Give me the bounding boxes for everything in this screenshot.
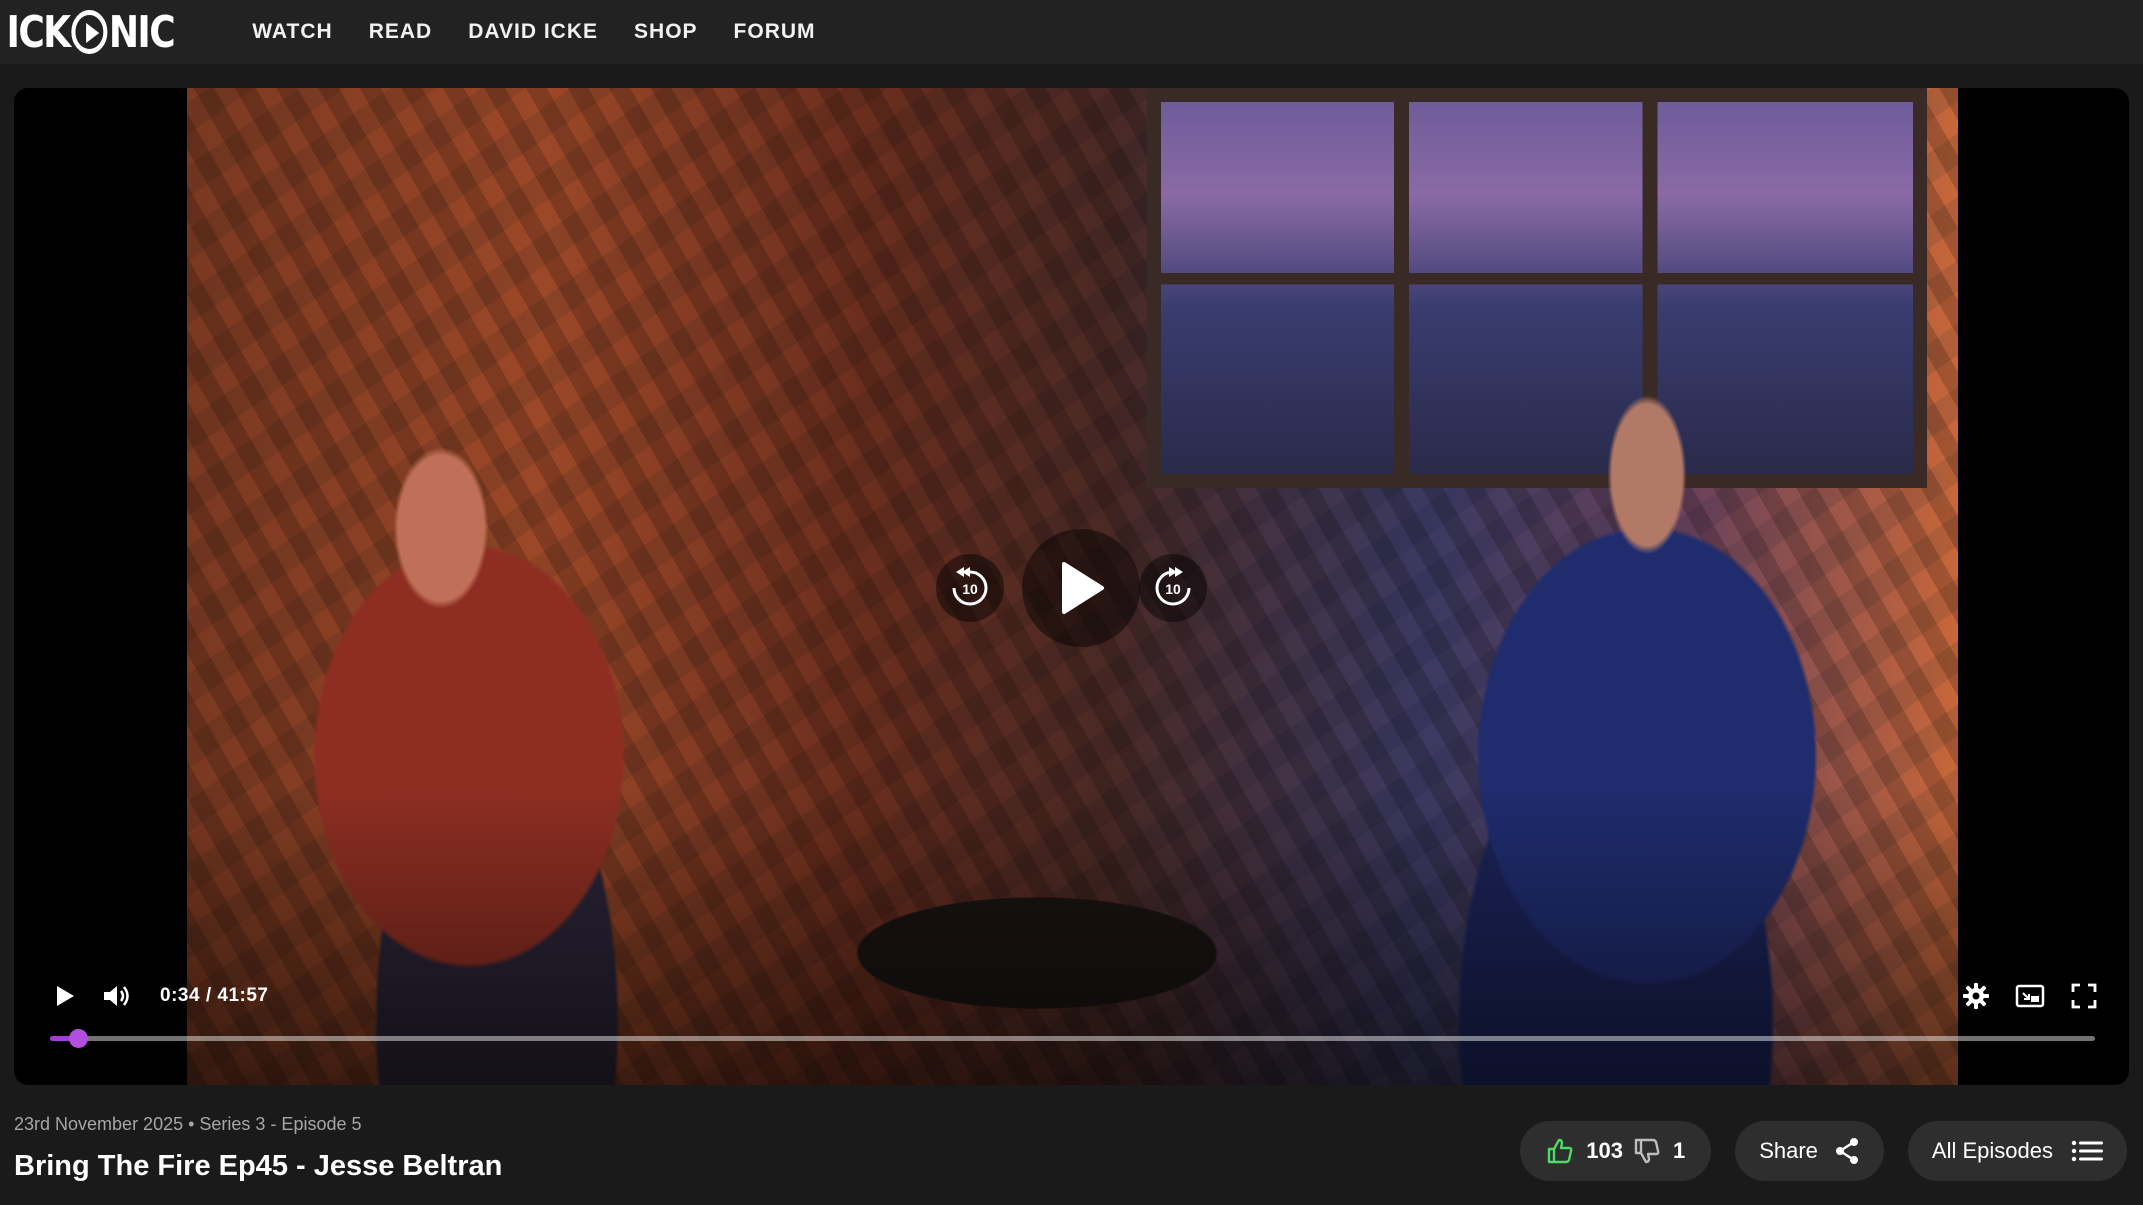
vote-pill: 103 1 — [1520, 1121, 1712, 1181]
episode-meta: 23rd November 2025 • Series 3 - Episode … — [14, 1114, 362, 1134]
list-icon — [2071, 1140, 2103, 1162]
dislike-button[interactable]: 1 — [1633, 1137, 1685, 1165]
time-separator: / — [205, 985, 212, 1006]
progress-bar[interactable] — [50, 1029, 2095, 1048]
progress-handle[interactable] — [68, 1029, 88, 1048]
logo-text-left: ICK — [6, 6, 72, 58]
rewind-10-button[interactable]: 10 — [936, 554, 1004, 622]
thumbs-up-icon — [1548, 1138, 1573, 1164]
big-play-button[interactable] — [1022, 529, 1140, 647]
nav-item-read[interactable]: READ — [351, 0, 451, 64]
current-time: 0:34 — [160, 985, 201, 1006]
volume-icon — [104, 986, 129, 1006]
dislike-count: 1 — [1672, 1138, 1686, 1163]
play-icon — [57, 986, 74, 1006]
thumbs-down-icon — [1634, 1138, 1660, 1164]
rewind-10-icon: 10 — [952, 567, 988, 606]
nav-item-watch[interactable]: WATCH — [234, 0, 350, 64]
cast-icon — [2015, 984, 2045, 1008]
controls-left: 0:34 / 41:57 — [50, 976, 268, 1016]
nav-item-forum[interactable]: FORUM — [716, 0, 834, 64]
time-display: 0:34 / 41:57 — [160, 985, 268, 1007]
like-button[interactable]: 103 — [1546, 1137, 1623, 1165]
forward-10-button[interactable]: 10 — [1139, 554, 1207, 622]
forward-seconds: 10 — [1165, 581, 1181, 597]
like-count: 103 — [1586, 1138, 1623, 1163]
play-icon — [1062, 562, 1104, 614]
top-nav: ICK NIC WATCH READ DAVID ICKE SHOP FORUM — [0, 0, 2143, 64]
nav-links: WATCH READ DAVID ICKE SHOP FORUM — [234, 0, 833, 64]
episode-actions: 103 1 Share All Episodes — [1520, 1121, 2127, 1181]
nav-item-shop[interactable]: SHOP — [616, 0, 716, 64]
all-episodes-label: All Episodes — [1931, 1138, 2053, 1163]
episode-title: Bring The Fire Ep45 - Jesse Beltran — [14, 1150, 503, 1182]
nav-item-david-icke[interactable]: DAVID ICKE — [450, 0, 616, 64]
settings-button[interactable] — [1961, 981, 1991, 1011]
site-logo[interactable]: ICK NIC — [0, 0, 176, 64]
control-bar: 0:34 / 41:57 — [14, 968, 2129, 1085]
logo-text-right: NIC — [108, 6, 176, 58]
rewind-seconds: 10 — [962, 581, 978, 597]
share-label: Share — [1759, 1138, 1818, 1163]
share-button[interactable]: Share — [1735, 1121, 1884, 1181]
play-circle-icon — [71, 10, 108, 54]
gear-icon — [1963, 983, 1989, 1009]
controls-right — [1961, 976, 2099, 1016]
duration: 41:57 — [217, 985, 269, 1006]
forward-10-icon: 10 — [1155, 567, 1191, 606]
volume-button[interactable] — [102, 981, 132, 1011]
play-button[interactable] — [50, 981, 80, 1011]
all-episodes-button[interactable]: All Episodes — [1907, 1121, 2127, 1181]
cast-button[interactable] — [2015, 981, 2045, 1011]
fullscreen-icon — [2071, 983, 2097, 1009]
share-icon — [1835, 1138, 1858, 1164]
fullscreen-button[interactable] — [2069, 981, 2099, 1011]
video-player[interactable]: 10 10 0:34 / 41:57 — [14, 88, 2129, 1085]
